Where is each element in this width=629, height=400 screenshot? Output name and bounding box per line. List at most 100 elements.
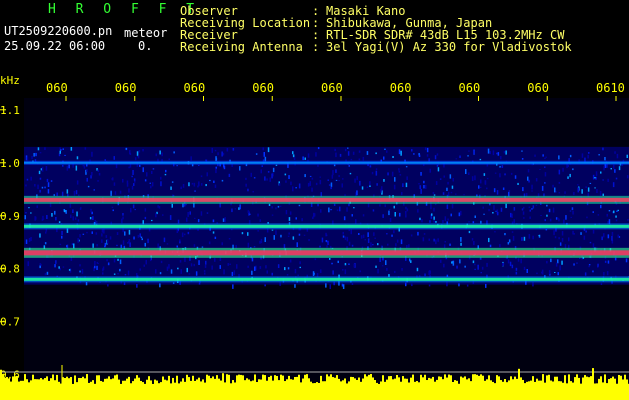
noise-strip-bar [466, 379, 468, 400]
noise-strip-bar [294, 376, 296, 400]
noise-speckle [588, 265, 590, 268]
signal-trace [24, 277, 629, 281]
noise-strip-bar [538, 380, 540, 400]
noise-speckle [127, 270, 130, 276]
noise-strip-bar [148, 376, 150, 400]
noise-speckle [30, 176, 32, 181]
noise-strip-bar [66, 376, 68, 400]
noise-speckle [294, 268, 297, 274]
noise-strip-bar [448, 374, 450, 400]
noise-speckle [354, 178, 356, 183]
noise-speckle [271, 229, 274, 231]
noise-speckle [361, 186, 364, 190]
noise-speckle [558, 237, 560, 240]
noise-speckle [496, 152, 498, 155]
noise-speckle [226, 148, 229, 152]
noise-speckle [97, 180, 99, 182]
noise-speckle [371, 171, 374, 175]
noise-speckle [295, 187, 297, 189]
noise-speckle [610, 168, 612, 170]
noise-speckle [144, 242, 146, 247]
noise-speckle [409, 258, 411, 262]
noise-speckle [607, 234, 610, 239]
noise-speckle [245, 177, 247, 180]
noise-speckle [383, 179, 385, 182]
noise-strip-bar [256, 382, 258, 400]
noise-speckle [531, 208, 533, 210]
noise-speckle [359, 270, 361, 273]
noise-speckle [487, 148, 490, 154]
noise-speckle [296, 242, 298, 247]
noise-speckle [499, 244, 501, 248]
noise-speckle [428, 270, 430, 276]
noise-speckle [433, 238, 435, 242]
noise-speckle [528, 234, 531, 239]
noise-speckle [61, 235, 63, 239]
noise-speckle [496, 190, 499, 195]
noise-speckle [91, 172, 93, 176]
noise-speckle [234, 208, 237, 210]
noise-speckle [502, 262, 504, 266]
noise-speckle [180, 269, 182, 274]
noise-speckle [125, 147, 128, 150]
noise-speckle [173, 151, 175, 154]
noise-speckle [168, 264, 170, 269]
noise-strip-bar [190, 380, 192, 400]
noise-speckle [364, 239, 366, 241]
noise-speckle [171, 203, 173, 208]
noise-speckle [424, 147, 427, 151]
noise-speckle [205, 260, 207, 265]
noise-speckle [580, 232, 582, 235]
noise-speckle [311, 177, 314, 180]
noise-speckle [413, 153, 415, 155]
noise-strip-bar [562, 382, 564, 400]
noise-speckle [273, 235, 275, 240]
noise-speckle [111, 206, 114, 208]
noise-strip-bar [486, 379, 488, 400]
noise-speckle [388, 209, 391, 210]
noise-strip-bar [310, 381, 312, 400]
noise-speckle [34, 184, 36, 187]
signal-trace [24, 197, 629, 202]
noise-speckle [569, 154, 572, 158]
noise-speckle [616, 153, 619, 159]
noise-speckle [254, 266, 256, 271]
noise-speckle [298, 183, 301, 189]
noise-strip-bar [52, 374, 54, 400]
noise-strip-bar [246, 378, 248, 400]
noise-speckle [96, 244, 98, 247]
noise-speckle [72, 216, 74, 221]
noise-speckle [37, 184, 39, 190]
noise-strip-bar [464, 376, 466, 400]
noise-speckle [419, 185, 421, 189]
noise-speckle [96, 265, 98, 270]
noise-speckle [227, 263, 229, 266]
noise-strip-bar [314, 383, 316, 400]
noise-speckle [160, 176, 162, 180]
noise-strip-bar [172, 377, 174, 400]
noise-speckle [558, 155, 560, 160]
noise-strip-bar [566, 383, 568, 400]
noise-speckle [241, 232, 244, 235]
noise-speckle [447, 181, 449, 185]
noise-speckle [151, 171, 153, 174]
noise-speckle [50, 180, 53, 182]
noise-speckle [347, 147, 349, 149]
noise-speckle [94, 261, 96, 266]
noise-strip-bar [372, 377, 374, 400]
noise-speckle [405, 182, 408, 188]
noise-speckle [259, 219, 261, 222]
noise-strip-bar [150, 380, 152, 400]
noise-speckle [102, 272, 104, 275]
noise-speckle [86, 177, 88, 182]
noise-speckle [267, 147, 270, 153]
noise-speckle [320, 269, 322, 273]
noise-strip-bar [4, 377, 6, 400]
noise-strip-bar [252, 380, 254, 400]
noise-strip-bar [8, 378, 10, 400]
noise-strip-bar [598, 378, 600, 400]
noise-strip-bar [354, 378, 356, 400]
noise-speckle [347, 151, 350, 156]
noise-speckle [307, 153, 310, 158]
noise-strip-bar [484, 380, 486, 400]
